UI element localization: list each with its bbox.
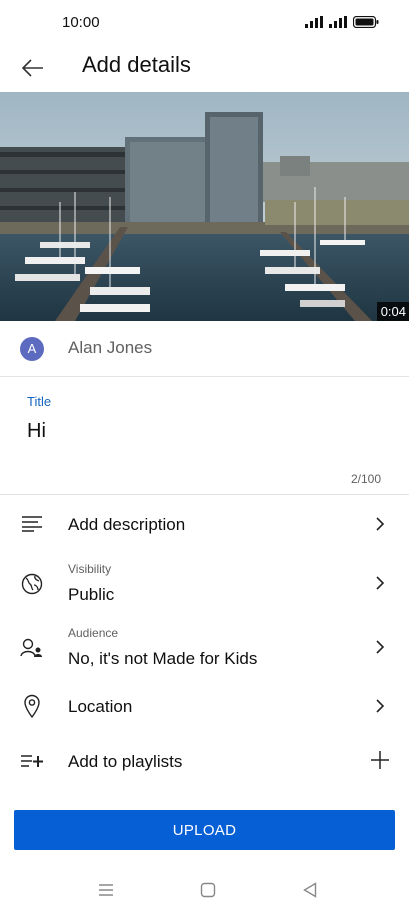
title-label: Title — [27, 394, 52, 409]
channel-row: A Alan Jones — [0, 321, 409, 377]
audience-row[interactable]: Audience No, it's not Made for Kids — [0, 616, 409, 678]
battery-icon — [353, 16, 379, 28]
visibility-caption: Visibility — [68, 562, 112, 576]
location-row[interactable]: Location — [0, 680, 409, 734]
menu-icon[interactable] — [94, 878, 118, 902]
app-header: Add details — [0, 46, 409, 90]
status-icons — [305, 16, 379, 28]
title-input[interactable] — [27, 420, 382, 443]
audience-people-icon — [20, 636, 44, 660]
playlist-add-icon — [20, 749, 44, 773]
back-triangle-icon[interactable] — [298, 878, 322, 902]
add-description-label: Add description — [68, 515, 186, 534]
chevron-right-icon — [373, 638, 387, 656]
status-bar: 10:00 — [0, 0, 409, 46]
status-time: 10:00 — [62, 14, 100, 31]
channel-name: Alan Jones — [68, 338, 153, 357]
visibility-row[interactable]: Visibility Public — [0, 554, 409, 614]
video-thumbnail-image — [0, 92, 409, 321]
visibility-value: Public — [68, 585, 115, 604]
audience-value: No, it's not Made for Kids — [68, 649, 258, 668]
upload-button[interactable]: UPLOAD — [14, 810, 395, 850]
add-to-playlists-label: Add to playlists — [68, 752, 183, 771]
signal-icon-2 — [329, 16, 347, 28]
location-pin-icon — [20, 694, 44, 718]
system-nav-bar — [0, 866, 409, 914]
description-lines-icon — [20, 512, 44, 536]
home-icon[interactable] — [196, 878, 220, 902]
chevron-right-icon — [373, 697, 387, 715]
audience-caption: Audience — [68, 626, 119, 640]
video-preview[interactable]: 0:04 — [0, 92, 409, 321]
back-arrow-icon — [22, 59, 43, 77]
title-char-counter: 2/100 — [350, 472, 381, 486]
back-button[interactable] — [14, 50, 52, 86]
signal-icon — [305, 16, 323, 28]
add-description-row[interactable]: Add description — [0, 496, 409, 554]
add-to-playlists-row[interactable]: Add to playlists — [0, 734, 409, 788]
globe-icon — [20, 572, 44, 596]
plus-icon — [369, 749, 391, 771]
title-field-block: Title 2/100 — [0, 378, 409, 495]
chevron-right-icon — [373, 574, 387, 592]
location-label: Location — [68, 697, 133, 716]
video-duration-badge: 0:04 — [376, 302, 409, 321]
page-title: Add details — [82, 52, 191, 77]
avatar: A — [20, 337, 44, 361]
chevron-right-icon — [373, 515, 387, 533]
